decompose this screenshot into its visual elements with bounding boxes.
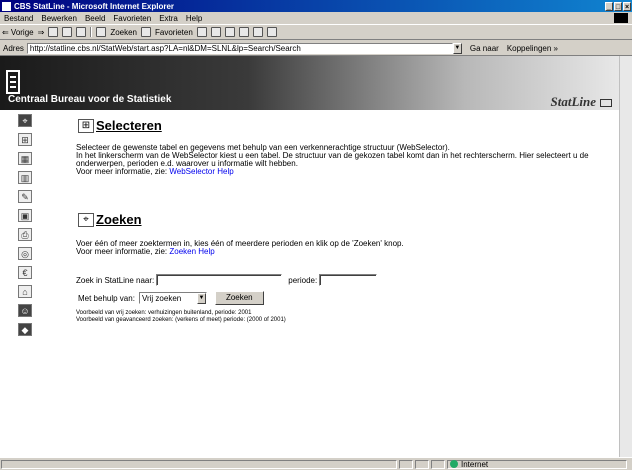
internet-zone-icon xyxy=(450,460,458,468)
zoeken-more: Voor meer informatie, zie: Zoeken Help xyxy=(76,248,215,256)
print-icon[interactable]: ⎙ xyxy=(18,228,32,241)
search-icon[interactable] xyxy=(96,27,107,37)
selecteren-more: Voor meer informatie, zie: WebSelector H… xyxy=(76,168,234,176)
title-bar: CBS StatLine - Microsoft Internet Explor… xyxy=(0,0,632,12)
table-icon[interactable]: ▦ xyxy=(18,152,32,165)
menu-bewerken[interactable]: Bewerken xyxy=(41,14,77,23)
stop-icon[interactable] xyxy=(48,27,59,37)
forward-button[interactable]: ⇒ xyxy=(38,28,45,37)
period-label: periode: xyxy=(288,275,318,285)
menu-bestand[interactable]: Bestand xyxy=(4,14,33,23)
zone-label: Internet xyxy=(461,459,489,469)
address-input[interactable]: http://statline.cbs.nl/StatWeb/start.asp… xyxy=(26,42,453,54)
method-dropdown-icon[interactable]: ▼ xyxy=(196,292,206,304)
messenger-icon[interactable] xyxy=(266,27,277,37)
method-label: Met behulp van: xyxy=(78,293,135,303)
favorites-button[interactable]: Favorieten xyxy=(155,28,193,37)
history-icon[interactable] xyxy=(196,27,207,37)
toolbar: ⇐ Vorige ⇒ Zoeken Favorieten xyxy=(0,25,632,40)
binoculars-icon[interactable]: ⌖ xyxy=(18,114,32,127)
selecteren-heading: ⊞ Selecteren xyxy=(78,118,162,133)
users-icon[interactable]: ☺ xyxy=(18,304,32,317)
save-icon[interactable]: ▣ xyxy=(18,209,32,222)
query-input[interactable] xyxy=(156,274,283,286)
address-url: http://statline.cbs.nl/StatWeb/start.asp… xyxy=(29,43,301,53)
maximize-button[interactable]: □ xyxy=(614,1,622,11)
ie-icon xyxy=(2,1,11,11)
window-title: CBS StatLine - Microsoft Internet Explor… xyxy=(14,1,175,11)
example-free: Voorbeeld van vrij zoeken: verhuizingen … xyxy=(76,310,252,316)
menu-help[interactable]: Help xyxy=(186,14,202,23)
back-button[interactable]: ⇐ Vorige xyxy=(2,28,34,37)
zoeken-heading: ⌖ Zoeken xyxy=(78,212,142,227)
websector-help-link[interactable]: WebSelector Help xyxy=(169,167,233,176)
method-value: Vrij zoeken xyxy=(141,293,182,303)
address-label: Adres xyxy=(3,43,24,53)
refresh-icon[interactable] xyxy=(62,27,73,37)
menu-favorieten[interactable]: Favorieten xyxy=(113,14,151,23)
selecteren-more-prefix: Voor meer informatie, zie: xyxy=(76,167,170,176)
statline-logo-icon xyxy=(600,99,612,108)
network-icon[interactable]: ◎ xyxy=(18,247,32,260)
menu-beeld[interactable]: Beeld xyxy=(85,14,105,23)
close-button[interactable]: × xyxy=(623,1,631,11)
period-input[interactable] xyxy=(319,274,378,286)
print-icon[interactable] xyxy=(224,27,235,37)
status-message-panel xyxy=(1,459,397,469)
window-controls: _ □ × xyxy=(605,1,631,11)
statline-brand: StatLine xyxy=(550,94,612,110)
zone-panel: Internet xyxy=(447,459,627,469)
home-icon[interactable] xyxy=(76,27,87,37)
search-row: Zoek in StatLine naar: periode: xyxy=(76,274,378,286)
home-icon[interactable]: ⌂ xyxy=(18,285,32,298)
method-select[interactable]: Vrij zoeken ▼ xyxy=(138,292,207,304)
book-icon[interactable]: ◆ xyxy=(18,323,32,336)
sidebar-icons: ⌖ ⊞ ▦ ▥ ✎ ▣ ⎙ ◎ € ⌂ ☺ ◆ xyxy=(12,114,38,342)
toolbar-separator xyxy=(90,27,93,37)
zoeken-help-link[interactable]: Zoeken Help xyxy=(169,247,214,256)
method-row: Met behulp van: Vrij zoeken ▼ Zoeken xyxy=(76,291,264,305)
discuss-icon[interactable] xyxy=(252,27,263,37)
binoculars-icon: ⌖ xyxy=(78,212,94,227)
vertical-scrollbar[interactable] xyxy=(619,56,632,457)
status-panel-a xyxy=(399,459,413,469)
status-bar: Internet xyxy=(0,457,632,470)
example-advanced: Voorbeeld van geavanceerd zoeken: (verke… xyxy=(76,317,286,323)
menu-extra[interactable]: Extra xyxy=(159,14,178,23)
windows-logo-icon xyxy=(614,13,628,23)
cbs-banner: Centraal Bureau voor de Statistiek StatL… xyxy=(0,56,620,110)
go-button[interactable]: Ga naar xyxy=(470,44,499,53)
tree-icon: ⊞ xyxy=(78,118,94,133)
minimize-button[interactable]: _ xyxy=(605,1,613,11)
chart-icon[interactable]: ▥ xyxy=(18,171,32,184)
page-content: Centraal Bureau voor de Statistiek StatL… xyxy=(0,56,632,457)
mail-icon[interactable] xyxy=(210,27,221,37)
query-label: Zoek in StatLine naar: xyxy=(76,275,155,285)
favorites-icon[interactable] xyxy=(141,27,151,37)
search-button[interactable]: Zoeken xyxy=(110,28,137,37)
zoeken-submit-button[interactable]: Zoeken xyxy=(214,291,264,305)
zoeken-more-prefix: Voor meer informatie, zie: xyxy=(76,247,170,256)
status-panel-c xyxy=(431,459,445,469)
edit-icon[interactable]: ✎ xyxy=(18,190,32,203)
menu-bar: Bestand Bewerken Beeld Favorieten Extra … xyxy=(0,12,632,25)
currency-icon[interactable]: € xyxy=(18,266,32,279)
org-name: Centraal Bureau voor de Statistiek xyxy=(8,94,172,105)
selecteren-title[interactable]: Selecteren xyxy=(96,118,162,133)
cbs-logo-icon xyxy=(6,70,20,94)
edit-icon[interactable] xyxy=(238,27,249,37)
address-bar: Adres http://statline.cbs.nl/StatWeb/sta… xyxy=(0,41,632,56)
status-panel-b xyxy=(415,459,429,469)
address-dropdown-button[interactable]: ▼ xyxy=(452,42,462,54)
tree-icon[interactable]: ⊞ xyxy=(18,133,32,146)
zoeken-title[interactable]: Zoeken xyxy=(96,212,142,227)
links-button[interactable]: Koppelingen » xyxy=(507,44,558,53)
